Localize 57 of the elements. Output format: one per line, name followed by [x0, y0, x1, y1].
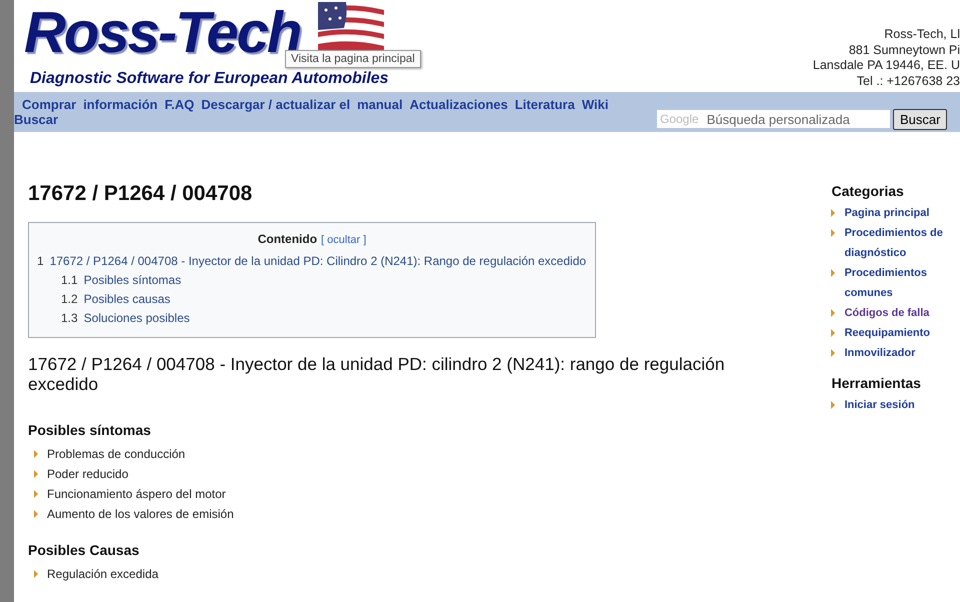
nav-link[interactable]: información [83, 97, 158, 112]
sidebar-link[interactable]: Procedimientos de diagnóstico [844, 223, 960, 263]
address-line: Ross-Tech, Ll [884, 27, 960, 42]
sidebar-title: Herramientas [831, 375, 922, 391]
sidebar-link[interactable]: Inmovilizador [844, 343, 916, 363]
list-item: Problemas de conducción [47, 447, 186, 461]
bullet-icon [34, 510, 38, 518]
toc-link[interactable]: 17672 / P1264 / 004708 - Inyector de la unidad PD: Cilindro 2 (N241): Rango de regulación excedido [50, 254, 586, 268]
list-item: Poder reducido [47, 467, 128, 481]
section-heading: 17672 / P1264 / 004708 - Inyector de la unidad PD: cilindro 2 (N241): rango de regulación excedido [28, 354, 726, 394]
bullet-icon [831, 269, 836, 277]
nav-link[interactable]: Wiki [582, 97, 608, 112]
toc-toggle[interactable]: [ ocultar ] [321, 234, 366, 246]
bullet-icon [831, 229, 836, 237]
sidebar-link[interactable]: Pagina principal [844, 203, 930, 223]
tooltip: Visita la pagina principal [285, 50, 421, 68]
bullet-icon [831, 401, 836, 409]
bullet-icon [831, 349, 836, 357]
nav-link[interactable]: Comprar [22, 97, 76, 112]
list-item: Funcionamiento áspero del motor [47, 487, 226, 501]
sidebar-link[interactable]: Iniciar sesión [844, 395, 915, 415]
bullet-icon [831, 309, 836, 317]
toc-number: 1.2 [61, 292, 78, 306]
sidebar-link[interactable]: Reequipamiento [844, 323, 930, 343]
nav-link[interactable]: Buscar [14, 112, 58, 128]
address-line: Tel .: +1267638 23 [856, 74, 960, 89]
nav-link[interactable]: Actualizaciones [410, 97, 508, 112]
toc-number: 1 [37, 254, 44, 268]
nav-link[interactable]: Literatura [514, 97, 575, 112]
bullet-icon [34, 470, 38, 478]
nav-link[interactable]: Descargar / actualizar el [201, 97, 350, 112]
address-line: 881 Sumneytown Pi [848, 42, 960, 58]
bullet-icon [831, 209, 836, 217]
subsection-title: Posibles síntomas [28, 422, 152, 438]
bullet-icon [831, 329, 836, 337]
search-button[interactable]: Buscar [893, 109, 948, 130]
toc-link[interactable]: Posibles causas [84, 292, 170, 306]
subsection-title: Posibles Causas [28, 542, 140, 558]
nav-link[interactable]: F.AQ [164, 97, 194, 112]
list-item: Aumento de los valores de emisión [47, 507, 234, 521]
toc-link[interactable]: Soluciones posibles [84, 311, 190, 325]
toc-title: Contenido [258, 232, 318, 246]
sidebar-title: Categorias [831, 183, 905, 199]
toc-link[interactable]: Posibles síntomas [84, 273, 182, 287]
sidebar-link[interactable]: Códigos de falla [844, 303, 930, 323]
list-item: Regulación excedida [47, 567, 158, 581]
tagline: Diagnostic Software for European Automobiles [30, 70, 389, 88]
bullet-icon [34, 490, 38, 498]
nav-link[interactable]: manual [357, 97, 403, 112]
bullet-icon [34, 570, 38, 578]
toc-number: 1.3 [61, 311, 78, 325]
search-brand: Google [659, 112, 700, 126]
sidebar-link[interactable]: Procedimientos comunes [844, 263, 960, 303]
bullet-icon [34, 450, 38, 458]
page-title: 17672 / P1264 / 004708 [28, 182, 254, 206]
address-line: Lansdale PA 19446, EE. U [812, 58, 960, 74]
toc-number: 1.1 [61, 273, 78, 287]
